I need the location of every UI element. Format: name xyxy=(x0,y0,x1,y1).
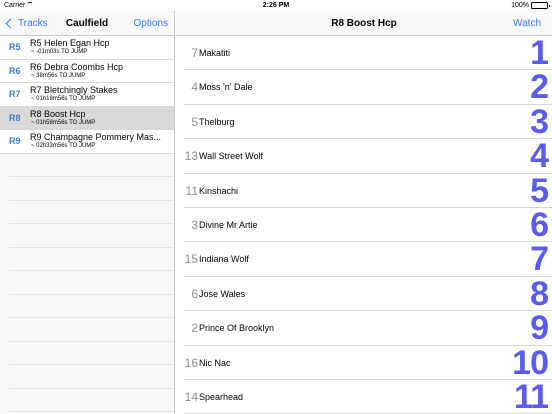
horse-name: Kinshachi xyxy=(199,185,239,196)
barrier-number: 5 xyxy=(191,114,198,129)
race-item[interactable]: R8 R8 Boost Hcp ~ 01h58m56s TO JUMP xyxy=(0,106,174,130)
horse-name: Divine Mr Artie xyxy=(199,219,258,230)
options-button[interactable]: Options xyxy=(134,11,168,36)
empty-row xyxy=(9,154,174,177)
race-number: R8 xyxy=(9,112,21,123)
race-name: R8 Boost Hcp xyxy=(30,108,86,119)
runner-row[interactable]: 5 Thelburg 3 xyxy=(184,103,552,141)
race-item[interactable]: R6 R6 Debra Coombs Hcp ~ 38m56s TO JUMP xyxy=(0,59,174,83)
race-title: R8 Boost Hcp xyxy=(331,18,397,29)
race-number: R9 xyxy=(9,136,21,146)
sidebar-navbar: Tracks Caulfield Options xyxy=(0,11,174,36)
empty-row xyxy=(9,201,174,224)
empty-row xyxy=(9,389,174,412)
barrier-number: 16 xyxy=(184,355,198,370)
race-detail: R8 Boost Hcp Watch 7 Makatiti 1 4 Moss 'n' D… xyxy=(176,11,552,414)
empty-row xyxy=(9,342,174,365)
runner-row[interactable]: 11 Kinshachi 5 xyxy=(184,172,552,210)
race-number: R6 xyxy=(9,65,21,76)
runner-row[interactable]: 14 Spearhead 11 xyxy=(184,377,552,414)
race-jump-time: ~ 38m56s TO JUMP xyxy=(31,72,86,79)
empty-rows xyxy=(9,154,174,412)
race-name: R9 Champagne Pommery Mas... xyxy=(30,132,162,142)
barrier-number: 6 xyxy=(191,286,198,301)
empty-row xyxy=(9,318,174,342)
race-number: R7 xyxy=(9,89,21,99)
race-name: R5 Helen Egan Hcp xyxy=(30,38,110,48)
runner-list: 7 Makatiti 1 4 Moss 'n' Dale 2 5 Thelburg 3 13 Wal… xyxy=(176,34,552,414)
battery-icon xyxy=(531,2,550,9)
barrier-number: 7 xyxy=(191,46,198,60)
empty-row xyxy=(9,177,174,201)
status-bar: Carrier 2:26 PM 100% xyxy=(0,0,552,11)
empty-row xyxy=(9,224,174,248)
horse-name: Jose Wales xyxy=(199,288,246,299)
race-item[interactable]: R5 R5 Helen Egan Hcp ~ -01m03s TO JUMP xyxy=(0,36,174,60)
race-number: R5 xyxy=(9,42,21,52)
horse-name: Prince Of Brooklyn xyxy=(199,323,275,334)
race-list: R5 R5 Helen Egan Hcp ~ -01m03s TO JUMP R6 R6… xyxy=(0,36,174,154)
horse-name: Nic Nac xyxy=(199,357,231,368)
race-name: R7 Bletchingly Stakes xyxy=(30,85,118,95)
battery-percent: 100% xyxy=(511,2,529,9)
runner-row[interactable]: 3 Divine Mr Artie 6 xyxy=(184,206,552,244)
empty-row xyxy=(9,271,174,295)
runner-row[interactable]: 6 Jose Wales 8 xyxy=(184,275,552,313)
horse-name: Moss 'n' Dale xyxy=(199,82,253,93)
race-jump-time: ~ -01m03s TO JUMP xyxy=(31,49,88,55)
barrier-number: 4 xyxy=(191,80,198,95)
barrier-number: 14 xyxy=(184,389,198,404)
clock: 2:26 PM xyxy=(262,2,290,9)
barrier-number: 15 xyxy=(184,252,198,267)
runner-row[interactable]: 15 Indiana Wolf 7 xyxy=(184,240,552,278)
barrier-number: 11 xyxy=(185,183,198,198)
horse-name: Spearhead xyxy=(199,391,244,402)
race-item[interactable]: R9 R9 Champagne Pommery Mas... ~ 02h33m56s… xyxy=(0,130,174,154)
race-sidebar: Tracks Caulfield Options R5 R5 Helen Egan… xyxy=(0,11,175,414)
runner-row[interactable]: 16 Nic Nac 10 xyxy=(184,344,552,382)
barrier-number: 3 xyxy=(191,217,198,232)
runner-row[interactable]: 13 Wall Street Wolf 4 xyxy=(184,137,552,175)
race-jump-time: ~ 01h18m56s TO JUMP xyxy=(31,96,96,102)
saddlecloth-number: 11 xyxy=(514,377,549,414)
horse-name: Indiana Wolf xyxy=(199,254,249,265)
battery-status: 100% xyxy=(511,0,550,11)
barrier-number: 13 xyxy=(184,149,198,164)
horse-name: Makatiti xyxy=(199,48,231,58)
empty-row xyxy=(9,295,174,318)
main-navbar: R8 Boost Hcp Watch xyxy=(176,11,552,36)
horse-name: Thelburg xyxy=(199,116,235,127)
runner-row[interactable]: 2 Prince Of Brooklyn 9 xyxy=(184,309,552,347)
barrier-number: 2 xyxy=(191,321,198,336)
runner-row[interactable]: 4 Moss 'n' Dale 2 xyxy=(184,68,552,106)
race-item[interactable]: R7 R7 Bletchingly Stakes ~ 01h18m56s TO JU… xyxy=(0,83,174,107)
empty-row xyxy=(9,248,174,271)
horse-name: Wall Street Wolf xyxy=(199,151,264,162)
empty-row xyxy=(9,365,174,389)
race-jump-time: ~ 02h33m56s TO JUMP xyxy=(31,143,96,149)
runner-row[interactable]: 7 Makatiti 1 xyxy=(184,34,552,72)
race-name: R6 Debra Coombs Hcp xyxy=(30,61,124,72)
race-jump-time: ~ 01h58m56s TO JUMP xyxy=(31,119,96,126)
